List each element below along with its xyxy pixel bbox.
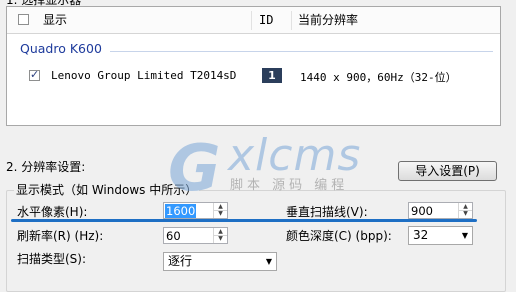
- spinner-arrows[interactable]: ▲ ▼: [213, 228, 227, 243]
- header-resolution[interactable]: 当前分辨率: [298, 7, 358, 33]
- scan-type-value: 逐行: [168, 254, 193, 268]
- display-list[interactable]: 显示 ID 当前分辨率 Quadro K600 Lenovo Group Lim…: [6, 6, 501, 126]
- display-id-badge: 1: [262, 68, 282, 83]
- chevron-down-icon[interactable]: ▼: [266, 256, 272, 268]
- color-depth-value: 32: [413, 228, 429, 242]
- spin-down-icon[interactable]: ▼: [214, 210, 227, 217]
- h-pixels-label: 水平像素(H):: [17, 205, 88, 219]
- spin-down-icon[interactable]: ▼: [459, 210, 472, 217]
- v-scan-spinner[interactable]: 900 ▲ ▼: [408, 202, 473, 219]
- gpu-group-title: Quadro K600: [20, 41, 102, 56]
- refresh-rate-label: 刷新率(R) (Hz):: [17, 229, 104, 243]
- chevron-down-icon[interactable]: ▼: [462, 230, 468, 242]
- display-row[interactable]: Lenovo Group Limited T2014sD 1 1440 x 90…: [7, 65, 500, 87]
- v-scan-label: 垂直扫描线(V):: [286, 205, 368, 219]
- watermark-subtitle: 脚本 源码 编程: [230, 178, 349, 193]
- color-depth-select[interactable]: 32 ▼: [408, 226, 473, 245]
- display-list-header: 显示 ID 当前分辨率: [7, 7, 500, 34]
- color-depth-label: 颜色深度(C) (bpp):: [286, 229, 392, 243]
- header-id[interactable]: ID: [259, 7, 273, 33]
- section2-title: 2. 分辨率设置:: [6, 160, 86, 174]
- h-pixels-value[interactable]: 1600: [165, 204, 197, 218]
- scan-type-select[interactable]: 逐行 ▼: [163, 252, 277, 271]
- display-checkbox[interactable]: [29, 68, 40, 81]
- import-settings-button[interactable]: 导入设置(P): [398, 161, 497, 181]
- header-display[interactable]: 显示: [43, 7, 67, 33]
- highlight-underline: [11, 219, 477, 222]
- display-resolution: 1440 x 900，60Hz（32-位）: [300, 71, 457, 84]
- refresh-rate-value[interactable]: 60: [166, 229, 181, 243]
- refresh-rate-spinner[interactable]: 60 ▲ ▼: [163, 227, 228, 244]
- select-all-checkbox[interactable]: [18, 14, 29, 25]
- header-divider: [251, 11, 252, 30]
- spinner-arrows[interactable]: ▲ ▼: [458, 203, 472, 218]
- display-name: Lenovo Group Limited T2014sD: [51, 69, 237, 82]
- watermark-logo-icon: G: [168, 132, 221, 206]
- scan-type-label: 扫描类型(S):: [17, 252, 87, 266]
- v-scan-value[interactable]: 900: [411, 204, 433, 218]
- group-divider: [110, 51, 493, 52]
- spin-down-icon[interactable]: ▼: [214, 235, 227, 242]
- header-divider: [291, 11, 292, 30]
